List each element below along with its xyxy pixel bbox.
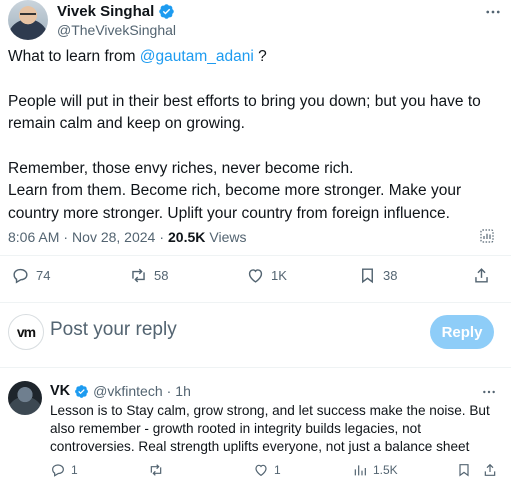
reply-display-name[interactable]: VK [50,383,70,399]
reply-count: 1 [71,463,78,477]
share-button[interactable] [472,266,491,285]
avatar[interactable] [8,381,42,415]
tweet-actions: 74 58 1K 38 [0,266,511,292]
divider [0,367,511,368]
tweet-date[interactable]: Nov 28, 2024 [72,229,155,245]
display-name[interactable]: Vivek Singhal [57,3,154,20]
bookmark-button[interactable]: 38 [358,266,397,285]
repost-icon [150,464,162,476]
share-icon [475,268,488,283]
bookmark-button[interactable] [456,462,472,478]
views-count: 20.5K [168,229,206,245]
tweet-paragraph: Learn from them. Become rich, become mor… [8,182,462,222]
reply-time[interactable]: 1h [175,383,191,399]
views-button[interactable]: 1.5K [352,462,398,478]
tweet-meta: 8:06 AM · Nov 28, 2024 · 20.5K Views [8,229,247,245]
composer-avatar[interactable]: vm [8,314,44,350]
reply-icon [13,268,28,284]
verified-icon [75,384,89,398]
bookmark-icon [459,464,469,477]
tweet-paragraph: People will put in their best efforts to… [8,92,481,133]
divider [0,302,511,303]
analytics-icon[interactable] [478,227,496,245]
like-icon [255,464,267,477]
bookmark-count: 38 [383,268,398,283]
share-icon [484,463,496,476]
reply-text: Lesson is to Stay calm, grow strong, and… [50,403,490,454]
verified-icon [159,4,175,19]
views-label: Views [209,229,247,245]
reply-actions: 1 1 1.5K [0,462,511,482]
reply-button[interactable]: 1 [50,462,78,478]
reply-input[interactable]: Post your reply [50,319,177,341]
like-button[interactable]: 1 [253,462,281,478]
like-icon [248,269,263,283]
views-count: 1.5K [373,463,398,477]
divider [0,255,511,256]
views-icon [354,465,366,476]
mention-link[interactable]: @gautam_adani [140,48,254,65]
tweet-header: Vivek Singhal @TheVivekSinghal [8,0,503,40]
like-count: 1K [271,268,287,283]
avatar[interactable] [8,0,48,40]
more-icon[interactable] [483,2,503,22]
reply-button[interactable]: 74 [11,266,50,285]
repost-button[interactable]: 58 [129,266,168,285]
share-button[interactable] [482,462,498,478]
tweet-text: What to learn from @gautam_adani ? Peopl… [8,46,503,225]
handle[interactable]: @TheVivekSinghal [57,22,176,38]
bookmark-icon [362,268,373,284]
reply-count: 74 [36,268,51,283]
reply-handle[interactable]: @vkfintech [93,383,162,399]
text-prefix: What to learn from [8,48,140,65]
separator: · [166,383,172,399]
reply-icon [52,464,64,477]
reply-composer: vm Post your reply Reply [0,312,511,352]
repost-icon [132,268,145,283]
tweet-time[interactable]: 8:06 AM [8,229,59,245]
more-icon[interactable] [480,383,498,401]
tweet-paragraph: Remember, those envy riches, never becom… [8,159,354,177]
like-count: 1 [274,463,281,477]
repost-count: 58 [154,268,169,283]
like-button[interactable]: 1K [246,266,287,285]
repost-button[interactable] [148,462,169,478]
text-suffix: ? [253,48,267,65]
reply-submit-button[interactable]: Reply [430,315,494,349]
